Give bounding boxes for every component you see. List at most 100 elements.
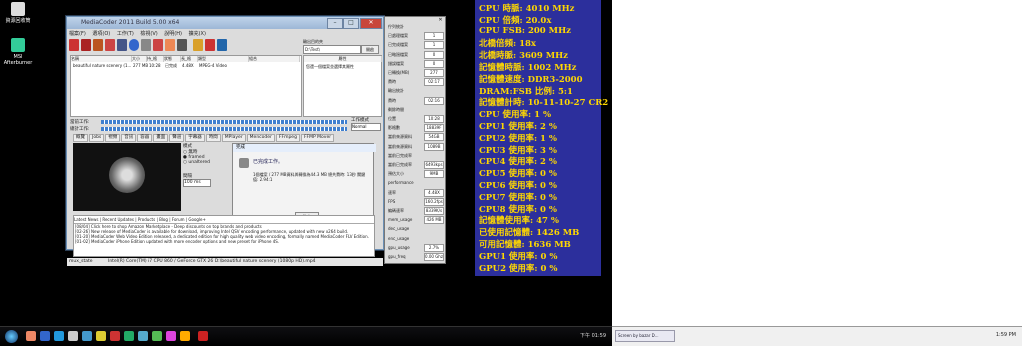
- news-tab-forum[interactable]: Forum: [172, 217, 185, 222]
- menu-options[interactable]: 選項(O): [92, 31, 110, 37]
- table-row[interactable]: beautiful nature scenery (1... 277 MB 10…: [71, 63, 299, 69]
- stat-row: 費時 02:16: [388, 96, 444, 105]
- taskbar-app-icon[interactable]: [180, 331, 190, 341]
- tab-video[interactable]: 視頻: [105, 134, 121, 142]
- stat-label: 剩餘時間: [388, 106, 404, 112]
- start-button-icon[interactable]: [5, 330, 18, 343]
- output-folder-input[interactable]: D:\Test\: [303, 45, 361, 54]
- status-bar: mux_state Intel(R) Core(TM) i7 CPU 860 /…: [67, 258, 383, 266]
- taskbar-app-icon[interactable]: [68, 331, 78, 341]
- settings-tabs: 概覽 Jobs 視頻 音訊 容器 畫面 聲道 字幕器 時間 MPlayer Mencoder FFmp…: [73, 134, 377, 142]
- taskbar-app-icon[interactable]: [138, 331, 148, 341]
- taskbar-app-icon[interactable]: [82, 331, 92, 341]
- menu-extend[interactable]: 擴充(X): [189, 31, 206, 37]
- column-size[interactable]: 大小: [132, 56, 147, 62]
- column-name[interactable]: 名稱: [71, 56, 132, 62]
- tab-time[interactable]: 時間: [205, 134, 221, 142]
- tab-audio[interactable]: 音訊: [121, 134, 137, 142]
- settings-icon[interactable]: [141, 39, 151, 51]
- tab-mplayer[interactable]: MPlayer: [221, 134, 246, 142]
- recycle-bin-icon: [11, 2, 25, 16]
- taskbar-app-icon[interactable]: [152, 331, 162, 341]
- tab-container[interactable]: 容器: [137, 134, 153, 142]
- stat-value: 4.48X: [424, 188, 444, 197]
- stat-label: 已完成檔案: [388, 42, 408, 48]
- work-mode-select[interactable]: Normal: [351, 123, 381, 131]
- open-folder-button[interactable]: 開啟: [361, 45, 379, 54]
- statistics-panel: ✕ 佇列統計 已處理檔案 1 已完成檔案 1 已略過檔案 0 錯誤檔案 0 已轉換(MB) 277 費…: [384, 16, 446, 264]
- desktop-icon-recycle-bin[interactable]: 資源回收筒: [0, 2, 36, 24]
- wizard-icon[interactable]: [117, 39, 127, 51]
- stat-row: gpu_usage 2.7%: [388, 243, 444, 252]
- cell-name: beautiful nature scenery (1...: [73, 63, 132, 68]
- taskbar-app-icon[interactable]: [96, 331, 106, 341]
- add-folder-icon[interactable]: [81, 39, 91, 51]
- taskbar-app-icon[interactable]: [54, 331, 64, 341]
- preview-pane: [73, 143, 181, 211]
- tab-channel[interactable]: 聲道: [169, 134, 185, 142]
- tab-ffmp-mover[interactable]: FFMP Mover: [300, 134, 335, 142]
- tab-jobs[interactable]: Jobs: [89, 134, 105, 142]
- tab-ffmpeg[interactable]: FFmpeg: [275, 134, 300, 142]
- stat-row: 剩餘時間: [388, 106, 443, 113]
- menu-help[interactable]: 說明(H): [164, 31, 182, 37]
- desktop-icon-afterburner[interactable]: MSI Afterburner: [0, 38, 36, 66]
- taskbar-app-icon[interactable]: [124, 331, 134, 341]
- column-group[interactable]: 組合: [249, 56, 300, 62]
- column-type[interactable]: 類型: [198, 56, 249, 62]
- news-tab-google[interactable]: Google+: [188, 217, 205, 222]
- stat-row: enc_usage: [388, 235, 443, 242]
- maximize-button[interactable]: □: [343, 18, 359, 29]
- taskbar-app-icon[interactable]: [26, 331, 36, 341]
- taskbar-app-icon[interactable]: [198, 331, 208, 341]
- minimize-button[interactable]: –: [327, 18, 343, 29]
- column-speed[interactable]: 長_格: [181, 56, 198, 62]
- stat-label: gpu_freq: [388, 254, 406, 259]
- news-item[interactable]: [01-02] MediaCoder iPhone Edition update…: [75, 239, 374, 244]
- column-length[interactable]: 持_格: [147, 56, 164, 62]
- start-icon[interactable]: [217, 39, 227, 51]
- system-tray: 下午 01:59: [580, 332, 606, 339]
- close-button[interactable]: ✕: [360, 18, 382, 29]
- tool-icon[interactable]: [165, 39, 175, 51]
- play-icon[interactable]: [129, 39, 139, 51]
- properties-hint: 您還一個檔案並選擇其屬性: [306, 64, 354, 69]
- stat-row: 影格數 18839F: [388, 124, 444, 133]
- news-tab-blog[interactable]: Blog: [159, 217, 168, 222]
- preview-options: 模式 ○ 無時 ● framed ○ unaltered 間隔 100 ms: [183, 143, 231, 211]
- file-list[interactable]: 名稱 大小 持_格 狀態 長_格 類型 組合 beautiful nature …: [70, 55, 302, 117]
- clear-icon[interactable]: [105, 39, 115, 51]
- taskbar-app-icon[interactable]: [166, 331, 176, 341]
- osd-line: CPU7 使用率: 0 %: [479, 192, 557, 203]
- taskbar-app-icon[interactable]: [40, 331, 50, 341]
- radio-unaltered[interactable]: ○ unaltered: [183, 160, 231, 165]
- tab-subtitle[interactable]: 字幕器: [185, 134, 205, 142]
- clock[interactable]: 下午 01:59: [580, 333, 606, 339]
- add-file-icon[interactable]: [69, 39, 79, 51]
- remove-icon[interactable]: [93, 39, 103, 51]
- hardware-monitor-osd: CPU 時脈: 4010 MHz CPU 倍頻: 20.0x CPU FSB: 20…: [475, 0, 608, 276]
- column-state[interactable]: 狀態: [164, 56, 181, 62]
- tab-overview[interactable]: 概覽: [73, 134, 88, 142]
- tab-mencoder[interactable]: Mencoder: [246, 134, 275, 142]
- stop-icon[interactable]: [205, 39, 215, 51]
- tab-picture[interactable]: 畫面: [153, 134, 169, 142]
- stat-value: 426 MB: [424, 216, 444, 225]
- news-tab-updates[interactable]: Recent Updates: [102, 217, 134, 222]
- pencil-icon[interactable]: [153, 39, 163, 51]
- news-tab-latest[interactable]: Latest News: [74, 217, 98, 222]
- interval-select[interactable]: 100 ms: [183, 179, 211, 187]
- menu-task[interactable]: 工作(T): [117, 31, 134, 37]
- menu-file[interactable]: 檔案(F): [69, 31, 86, 37]
- afterburner-icon: [11, 38, 25, 52]
- secondary-task-button[interactable]: Screen by bazar D...: [615, 330, 675, 342]
- osd-line: GPU1 使用率: 0 %: [479, 251, 558, 262]
- menu-bar: 檔案(F) 選項(O) 工作(T) 檢視(V) 說明(H) 擴充(X): [69, 30, 289, 38]
- info-icon[interactable]: [177, 39, 187, 51]
- stat-row: 當前來源資料 1089B: [388, 142, 444, 151]
- news-tab-products[interactable]: Products: [138, 217, 155, 222]
- pause-icon[interactable]: [193, 39, 203, 51]
- taskbar-app-icon[interactable]: [110, 331, 120, 341]
- menu-view[interactable]: 檢視(V): [140, 31, 157, 37]
- osd-line: 記憶體速度: DDR3-2000: [479, 74, 583, 85]
